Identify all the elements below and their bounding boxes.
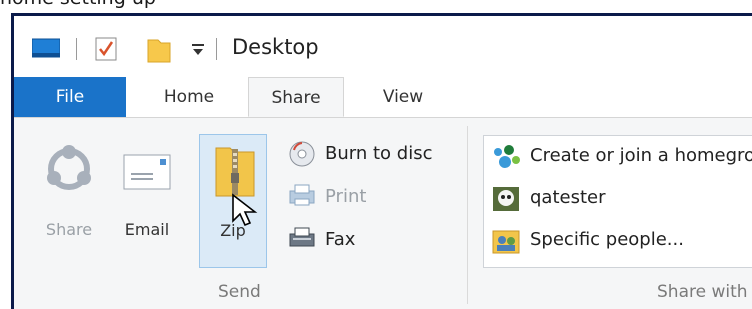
ribbon-tabs: File Home Share View	[14, 77, 752, 118]
tab-file[interactable]: File	[14, 77, 126, 117]
homegroup-icon	[492, 144, 522, 175]
burn-to-disc-label: Burn to disc	[325, 143, 433, 164]
tab-view[interactable]: View	[360, 77, 446, 117]
share-item-label: qatester	[530, 187, 606, 208]
share-with-group-label: Share with	[657, 282, 748, 302]
window-system-icon[interactable]	[31, 38, 61, 62]
share-item-label: Specific people...	[530, 229, 684, 250]
separator	[216, 38, 217, 60]
caption-strip: home setting up	[0, 0, 752, 8]
share-item-label: Create or join a homegroup	[530, 145, 752, 166]
ribbon-panel: Share Email Zip Burn to disc Print Fax S…	[14, 118, 752, 309]
separator	[76, 38, 77, 60]
explorer-window: Desktop File Home Share View Share Email	[11, 13, 752, 309]
tab-share[interactable]: Share	[248, 77, 344, 117]
properties-icon[interactable]	[94, 36, 120, 68]
send-group-label: Send	[218, 282, 261, 302]
share-icon	[44, 144, 94, 198]
share-with-gallery[interactable]: Create or join a homegroup qatester Spec…	[483, 135, 752, 268]
share-button[interactable]: Share	[36, 134, 102, 268]
title-bar: Desktop	[14, 16, 752, 77]
group-separator	[467, 126, 468, 304]
mouse-cursor-icon	[231, 193, 259, 231]
email-label: Email	[124, 220, 170, 239]
email-button[interactable]: Email	[110, 134, 184, 268]
print-label: Print	[325, 186, 367, 207]
user-icon	[492, 186, 520, 217]
fax-label: Fax	[325, 229, 356, 250]
window-title: Desktop	[232, 35, 319, 59]
customize-dropdown-icon[interactable]	[191, 42, 205, 61]
caption-text: home setting up	[0, 0, 156, 8]
people-icon	[492, 228, 520, 259]
envelope-icon	[123, 154, 171, 194]
disc-icon	[288, 140, 316, 173]
new-folder-icon[interactable]	[146, 36, 172, 68]
share-label: Share	[45, 220, 93, 239]
fax-icon	[288, 226, 316, 255]
tab-home[interactable]: Home	[144, 77, 234, 117]
printer-icon	[288, 183, 316, 212]
